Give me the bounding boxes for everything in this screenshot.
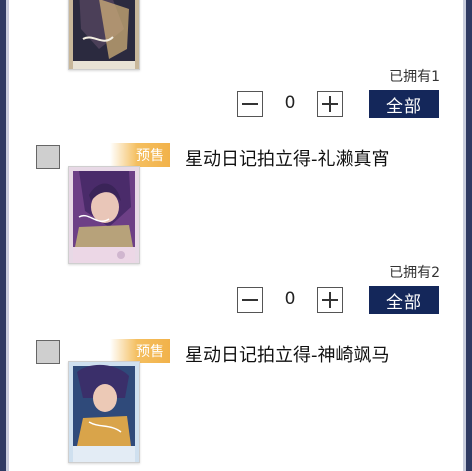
product-title: 星动日记拍立得-神崎飒马 — [185, 345, 390, 366]
decrement-button[interactable] — [237, 91, 263, 117]
presale-badge: 预售 — [110, 143, 170, 167]
quantity-value: 0 — [284, 93, 296, 113]
item-checkbox[interactable] — [36, 340, 60, 364]
product-image[interactable] — [68, 166, 140, 264]
presale-badge: 预售 — [110, 339, 170, 363]
item-checkbox[interactable] — [36, 145, 60, 169]
quantity-value: 0 — [284, 289, 296, 309]
product-title: 星动日记拍立得-礼濑真宵 — [185, 149, 390, 170]
window-frame-left — [0, 0, 9, 471]
increment-button[interactable] — [317, 91, 343, 117]
window-frame-right — [463, 0, 472, 471]
product-image[interactable] — [68, 361, 140, 463]
product-image[interactable] — [68, 0, 140, 70]
owned-count: 已拥有1 — [389, 69, 440, 85]
increment-button[interactable] — [317, 287, 343, 313]
select-all-button[interactable]: 全部 — [369, 90, 439, 118]
decrement-button[interactable] — [237, 287, 263, 313]
owned-count: 已拥有2 — [389, 265, 440, 281]
select-all-button[interactable]: 全部 — [369, 286, 439, 314]
